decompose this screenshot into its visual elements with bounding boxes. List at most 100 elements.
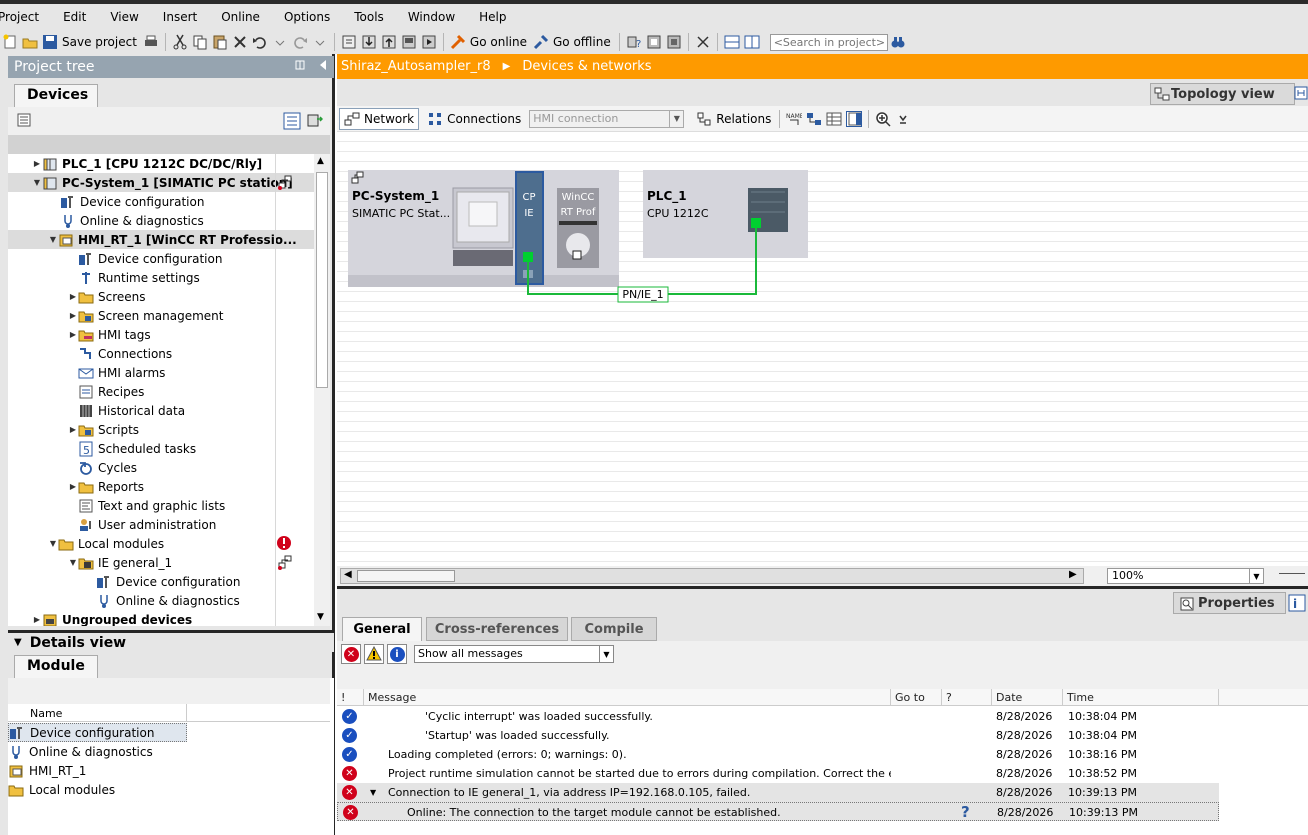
breadcrumb-project[interactable]: Shiraz_Autosampler_r8	[341, 59, 491, 74]
save-icon[interactable]	[42, 34, 58, 50]
tree-item-screens[interactable]: ▶ Screens	[8, 287, 314, 306]
show-warnings-button[interactable]	[364, 644, 384, 664]
connection-type-select[interactable]: HMI connection ▼	[529, 109, 685, 128]
connections-mode-button[interactable]: Connections	[423, 108, 525, 130]
tree-item-scripts[interactable]: ▶ Scripts	[8, 420, 314, 439]
menu-edit[interactable]: Edit	[39, 10, 86, 24]
pc-system-device[interactable]: PC-System_1 SIMATIC PC Stat... CP IE Win…	[348, 170, 619, 287]
tab-module[interactable]: Module	[14, 655, 98, 678]
details-row[interactable]: Online & diagnostics	[8, 742, 153, 761]
tree-item-runtime-settings[interactable]: Runtime settings	[8, 268, 314, 287]
tab-general[interactable]: General	[342, 617, 422, 641]
tab-devices[interactable]: Devices	[14, 84, 98, 107]
scroll-down-icon[interactable]: ▼	[317, 612, 324, 622]
scroll-left-icon[interactable]: ◀	[344, 569, 352, 580]
message-row[interactable]: ✕ ▼ Connection to IE general_1, via addr…	[337, 783, 1219, 802]
cp-port[interactable]	[523, 252, 533, 262]
help-question-icon[interactable]: ?	[961, 803, 970, 821]
collapse-arrow-icon[interactable]: ▼	[32, 173, 42, 192]
menu-insert[interactable]: Insert	[139, 10, 197, 24]
overview-panel-icon[interactable]	[846, 110, 863, 127]
col-header-message[interactable]: Message	[364, 689, 891, 706]
split-horizontal-icon[interactable]	[724, 34, 740, 50]
details-view-header[interactable]: ▼ Details view	[8, 630, 334, 652]
compile-icon[interactable]	[341, 34, 357, 50]
show-address-icon[interactable]	[806, 111, 822, 127]
collapse-arrow-icon[interactable]: ▼	[68, 553, 78, 572]
tree-item-ie-device-config[interactable]: Device configuration	[8, 572, 314, 591]
tree-item-hmi-tags[interactable]: ▶ HMI tags	[8, 325, 314, 344]
zoom-dropdown-icon[interactable]	[895, 111, 911, 127]
name-column-header[interactable]: Name	[30, 707, 62, 720]
details-row[interactable]: Device configuration	[8, 723, 187, 742]
accessible-devices-icon[interactable]: ?	[626, 34, 642, 50]
zoom-in-icon[interactable]	[875, 111, 891, 127]
expand-arrow-icon[interactable]: ▶	[68, 287, 78, 306]
tree-overview-icon[interactable]	[16, 112, 32, 128]
tree-item-scheduled-tasks[interactable]: 5 Scheduled tasks	[8, 439, 314, 458]
message-row[interactable]: ✓ 'Cyclic interrupt' was loaded successf…	[337, 707, 1219, 726]
relations-button[interactable]: Relations	[692, 108, 775, 130]
horizontal-scroll-thumb[interactable]	[357, 570, 455, 582]
tree-item-hmi-rt[interactable]: ▼ HMI_RT_1 [WinCC RT Professio...	[8, 230, 314, 249]
tree-item-connections[interactable]: Connections	[8, 344, 314, 363]
pin-icon[interactable]	[294, 59, 306, 71]
start-simulation-icon[interactable]	[401, 34, 417, 50]
subnet-label[interactable]: PN/IE_1	[617, 286, 669, 303]
tree-scrollbar[interactable]: ▲ ▼	[314, 154, 330, 626]
open-project-icon[interactable]	[22, 34, 38, 50]
show-names-icon[interactable]: NAME	[786, 111, 802, 127]
zoom-slider[interactable]	[1279, 573, 1305, 579]
print-icon[interactable]	[143, 34, 159, 50]
expand-arrow-icon[interactable]: ▶	[68, 325, 78, 344]
cp-ie-module[interactable]: CP IE	[515, 171, 544, 285]
start-cpu-icon[interactable]	[646, 34, 662, 50]
zoom-select[interactable]: 100% ▼	[1107, 568, 1264, 584]
tree-item-ie-general[interactable]: ▼ IE general_1	[8, 553, 314, 572]
expand-arrow-icon[interactable]: ▶	[68, 420, 78, 439]
tree-item-historical-data[interactable]: Historical data	[8, 401, 314, 420]
details-row[interactable]: HMI_RT_1	[8, 761, 86, 780]
menu-help[interactable]: Help	[455, 10, 506, 24]
chevron-down-icon[interactable]: ▼	[669, 110, 683, 127]
message-filter-select[interactable]: Show all messages ▼	[414, 645, 614, 663]
expand-arrow-icon[interactable]: ▶	[68, 306, 78, 325]
details-row[interactable]: Local modules	[8, 780, 115, 799]
delete-icon[interactable]	[232, 34, 248, 50]
message-row[interactable]: ✓ Loading completed (errors: 0; warnings…	[337, 745, 1219, 764]
tree-item-screen-management[interactable]: ▶ Screen management	[8, 306, 314, 325]
tree-item-pc-system[interactable]: ▼ PC-System_1 [SIMATIC PC station]	[8, 173, 314, 192]
tree-item-reports[interactable]: ▶ Reports	[8, 477, 314, 496]
col-header-date[interactable]: Date	[992, 689, 1063, 706]
wincc-rt-module[interactable]: WinCC RT Prof	[557, 188, 599, 268]
undo-icon[interactable]	[252, 34, 268, 50]
tree-item-user-administration[interactable]: User administration	[8, 515, 314, 534]
tab-cross-references[interactable]: Cross-references	[426, 617, 568, 641]
collapse-arrow-icon[interactable]: ▼	[48, 230, 58, 249]
message-row-selected[interactable]: ✕ Online: The connection to the target m…	[337, 802, 1219, 821]
tree-item-ungrouped-devices[interactable]: ▶ Ungrouped devices	[8, 610, 314, 626]
start-runtime-icon[interactable]	[421, 34, 437, 50]
chevron-down-icon[interactable]: ▼	[599, 646, 613, 662]
collapse-panel-icon[interactable]	[318, 59, 328, 71]
scroll-up-icon[interactable]: ▲	[317, 156, 324, 166]
horizontal-scrollbar[interactable]: ◀ ▶	[340, 568, 1084, 584]
upload-from-device-icon[interactable]	[381, 34, 397, 50]
tree-item-hmi-alarms[interactable]: HMI alarms	[8, 363, 314, 382]
go-offline-icon[interactable]	[533, 34, 549, 50]
tab-compile[interactable]: Compile	[571, 617, 657, 641]
tab-topology-view[interactable]: Topology view	[1150, 83, 1295, 105]
cross-reference-icon[interactable]	[695, 34, 711, 50]
redo-icon[interactable]	[292, 34, 308, 50]
paste-icon[interactable]	[212, 34, 228, 50]
show-errors-button[interactable]: ✕	[341, 644, 361, 664]
collapse-arrow-icon[interactable]: ▼	[48, 534, 58, 553]
scroll-right-icon[interactable]: ▶	[1069, 569, 1077, 580]
split-vertical-icon[interactable]	[744, 34, 760, 50]
plc-port[interactable]	[751, 218, 761, 228]
tree-item-cycles[interactable]: Cycles	[8, 458, 314, 477]
message-row[interactable]: ✓ 'Startup' was loaded successfully. 8/2…	[337, 726, 1219, 745]
download-to-device-icon[interactable]	[361, 34, 377, 50]
device-overview-icon[interactable]	[826, 111, 842, 127]
redo-dropdown-icon[interactable]	[312, 34, 328, 50]
